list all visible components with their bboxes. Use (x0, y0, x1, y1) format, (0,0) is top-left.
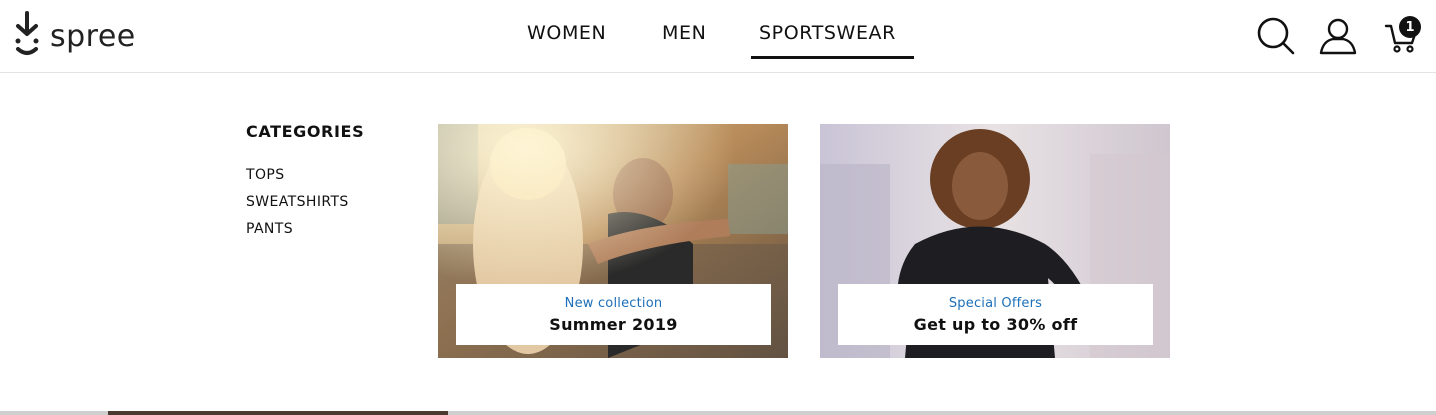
user-icon (1319, 18, 1357, 55)
account-button[interactable] (1317, 14, 1359, 58)
promo-card: New collection Summer 2019 (456, 284, 771, 345)
category-list: TOPS SWEATSHIRTS PANTS (246, 166, 349, 247)
brand-name: spree (50, 18, 136, 54)
nav-men[interactable]: MEN (662, 22, 706, 44)
promo-kicker: Special Offers (948, 296, 1043, 311)
search-button[interactable] (1255, 14, 1297, 58)
site-header: spree WOMEN MEN SPORTSWEAR 1 (0, 0, 1436, 73)
spree-logo-icon (15, 11, 39, 55)
page-content-edge (0, 411, 1436, 415)
category-link-pants[interactable]: PANTS (246, 220, 349, 247)
cart-count-badge: 1 (1399, 16, 1421, 38)
search-icon (1257, 17, 1295, 55)
promo-headline: Summer 2019 (549, 315, 678, 334)
promo-card: Special Offers Get up to 30% off (838, 284, 1153, 345)
hero-image-edge (108, 411, 448, 415)
nav-sportswear[interactable]: SPORTSWEAR (759, 22, 896, 44)
promo-kicker: New collection (564, 296, 663, 311)
promo-new-collection[interactable]: New collection Summer 2019 (438, 124, 788, 358)
categories-heading: CATEGORIES (246, 122, 365, 141)
sportswear-mega-menu: CATEGORIES TOPS SWEATSHIRTS PANTS New co… (0, 73, 1436, 411)
category-link-sweatshirts[interactable]: SWEATSHIRTS (246, 193, 349, 220)
nav-women[interactable]: WOMEN (527, 22, 606, 44)
active-nav-indicator (751, 56, 914, 59)
brand-logo[interactable]: spree (12, 10, 136, 62)
category-link-tops[interactable]: TOPS (246, 166, 349, 193)
promo-special-offers[interactable]: Special Offers Get up to 30% off (820, 124, 1170, 358)
promo-headline: Get up to 30% off (913, 315, 1078, 334)
